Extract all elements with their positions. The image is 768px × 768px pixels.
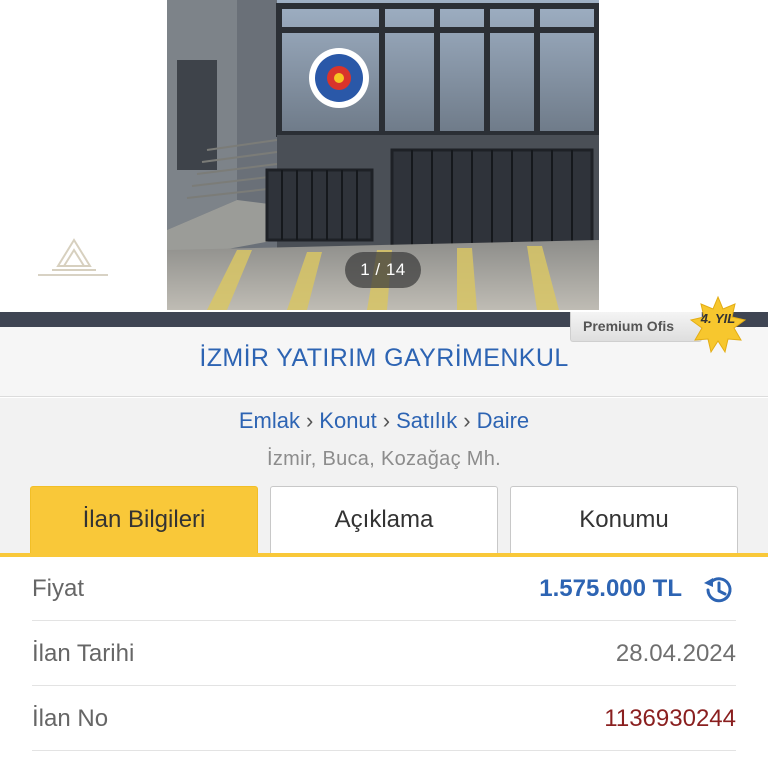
price-row: Fiyat 1.575.000 TL [32, 557, 736, 621]
breadcrumb-item-emlak[interactable]: Emlak [239, 408, 300, 433]
agency-logo-caption [38, 274, 108, 276]
price-value: 1.575.000 TL [539, 575, 682, 602]
listing-no-row: İlan No 1136930244 [32, 687, 736, 751]
chevron-right-icon: › [463, 408, 471, 433]
date-value: 28.04.2024 [615, 640, 736, 667]
history-clock-icon[interactable] [700, 572, 736, 608]
tab-konumu[interactable]: Konumu [510, 486, 738, 554]
listing-no-label: İlan No [32, 705, 109, 732]
listing-no-value: 1136930244 [604, 705, 736, 732]
premium-office-badge: Premium Ofis [570, 312, 702, 342]
photo-gallery[interactable]: 1 / 14 [0, 0, 768, 312]
tab-ilan-bilgileri[interactable]: İlan Bilgileri [30, 486, 258, 554]
photo-counter: 1 / 14 [345, 252, 421, 288]
membership-years: 4. YIL [700, 311, 736, 326]
breadcrumb-item-konut[interactable]: Konut [319, 408, 377, 433]
store-name-link[interactable]: İZMİR YATIRIM GAYRİMENKUL [0, 344, 768, 373]
agency-logo-icon [52, 238, 96, 271]
tab-aciklama[interactable]: Açıklama [270, 486, 498, 554]
date-label: İlan Tarihi [32, 640, 135, 667]
date-row: İlan Tarihi 28.04.2024 [32, 622, 736, 686]
breadcrumb: Emlak › Konut › Satılık › Daire [0, 408, 768, 434]
chevron-right-icon: › [305, 408, 314, 433]
listing-details: Fiyat 1.575.000 TL İlan Tarihi 28.04.202… [0, 557, 768, 768]
breadcrumb-item-satilik[interactable]: Satılık [396, 408, 457, 433]
chevron-right-icon: › [382, 408, 391, 433]
breadcrumb-item-daire[interactable]: Daire [477, 408, 530, 433]
listing-location: İzmir, Buca, Kozağaç Mh. [267, 448, 501, 470]
price-label: Fiyat [32, 575, 85, 602]
